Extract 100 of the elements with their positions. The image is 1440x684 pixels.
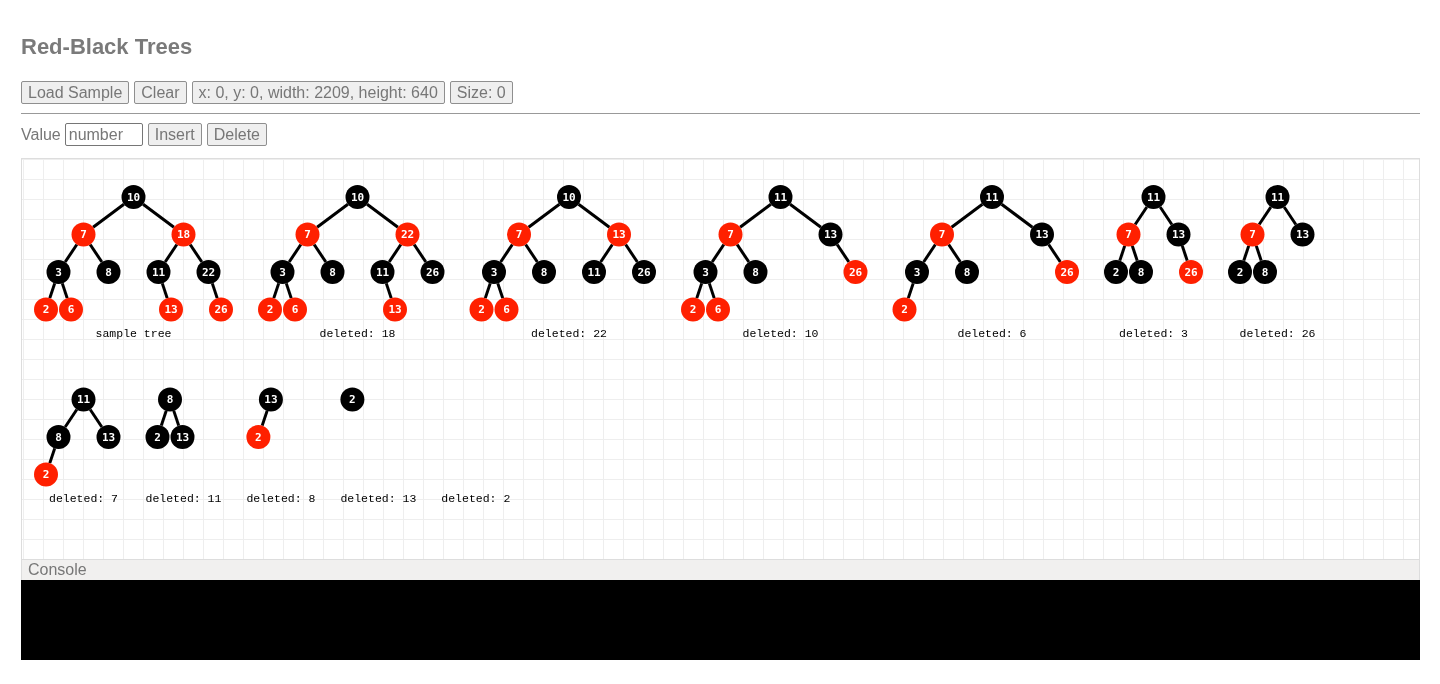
- tree-node: 11: [370, 260, 395, 284]
- tree-node: 2: [246, 425, 271, 449]
- tree-node: 11: [146, 260, 171, 284]
- tree-edge: [906, 282, 915, 299]
- toolbar-button[interactable]: x: 0, y: 0, width: 2209, height: 640: [191, 81, 445, 104]
- tree-node: 7: [1116, 222, 1141, 247]
- tree-node: 3: [693, 260, 718, 284]
- tree-node: 10: [345, 185, 370, 209]
- tree-node: 6: [59, 297, 83, 322]
- tree-edge: [1158, 206, 1174, 226]
- tree-node: 26: [420, 260, 445, 284]
- console-header: Console: [21, 560, 1420, 580]
- tree-caption: deleted: 6: [957, 327, 1027, 340]
- tree-edge: [142, 203, 175, 229]
- tree-node: 11: [71, 387, 96, 412]
- tree-edge: [789, 203, 822, 229]
- tree-edge: [188, 243, 204, 263]
- tree-edge: [210, 282, 219, 299]
- tree-node: 11: [980, 185, 1004, 209]
- tree-node: 8: [46, 425, 71, 449]
- tree-node: 13: [258, 387, 283, 412]
- tree-node: 8: [1129, 260, 1153, 284]
- tree-edge: [312, 243, 328, 263]
- tree-caption: deleted: 10: [742, 327, 819, 340]
- tree-edge: [1242, 245, 1251, 262]
- tree-edge: [366, 203, 399, 229]
- tree-edge: [412, 243, 428, 263]
- tree-node: 2: [1104, 260, 1128, 284]
- tree-edge: [159, 410, 168, 427]
- tree-edge: [735, 243, 751, 263]
- tree-edge: [947, 243, 962, 263]
- tree-edge: [1282, 206, 1298, 226]
- tree-node: 3: [905, 260, 929, 284]
- tree-edge: [922, 243, 937, 263]
- tree-node: 2: [145, 425, 170, 449]
- tree-node: 26: [1055, 260, 1079, 284]
- toolbar-button[interactable]: Clear: [134, 81, 187, 104]
- tree-node: 11: [582, 260, 606, 284]
- tree-node: 7: [718, 222, 743, 247]
- tree-node: 6: [283, 297, 307, 322]
- tree-edge: [387, 243, 403, 263]
- tree-edge: [1254, 245, 1263, 262]
- tree-edge: [316, 203, 349, 229]
- tree-caption: deleted: 22: [531, 327, 607, 340]
- tree-node: 13: [818, 222, 843, 247]
- tree-edge: [695, 282, 704, 299]
- tree-node: 8: [532, 260, 556, 284]
- tree-edge: [1000, 203, 1034, 229]
- tree-caption: sample tree: [95, 327, 172, 340]
- tree-edge: [88, 408, 104, 428]
- action-button[interactable]: Insert: [147, 123, 202, 146]
- tree-node: 13: [170, 425, 195, 449]
- tree-node: 2: [340, 387, 365, 412]
- tree-node: 2: [34, 297, 58, 322]
- action-button[interactable]: Delete: [206, 123, 267, 146]
- tree-node: 26: [632, 260, 656, 284]
- tree-edge: [92, 203, 125, 229]
- tree-edge: [172, 410, 181, 427]
- tree-node: 6: [494, 297, 519, 322]
- tree-edge: [496, 282, 505, 299]
- tree-node: 10: [121, 185, 146, 209]
- tree-edge: [527, 203, 561, 229]
- tree-edge: [599, 243, 614, 263]
- value-input[interactable]: number: [64, 123, 143, 146]
- page-title: Red-Black Trees: [21, 34, 194, 60]
- tree-node: 6: [706, 297, 730, 322]
- tree-node: 7: [507, 222, 531, 247]
- tree-edge: [384, 282, 393, 299]
- tree-node: 26: [209, 297, 233, 322]
- tree-node: 22: [395, 222, 420, 247]
- tree-edge: [260, 410, 269, 427]
- tree-node: 2: [469, 297, 494, 322]
- tree-edge: [739, 203, 772, 229]
- tree-node: 13: [1030, 222, 1054, 247]
- tree-node: 3: [482, 260, 506, 284]
- tree-node: 13: [1166, 222, 1191, 247]
- tree-edge: [835, 243, 851, 263]
- tree-edge: [950, 203, 984, 229]
- tree-caption: deleted: 13: [340, 492, 417, 505]
- tree-edge: [1257, 206, 1273, 226]
- tree-node: 26: [843, 260, 868, 284]
- tree-node: 13: [159, 297, 183, 322]
- tree-node: 13: [607, 222, 631, 247]
- tree-edge: [1130, 245, 1139, 262]
- tree-edge: [163, 243, 179, 263]
- tree-node: 8: [320, 260, 345, 284]
- tree-node: 11: [1265, 185, 1290, 209]
- tree-node: 11: [768, 185, 793, 209]
- tree-edge: [160, 282, 169, 299]
- tree-node: 2: [34, 462, 58, 487]
- tree-caption: deleted: 2: [441, 492, 511, 505]
- tree-node: 8: [743, 260, 768, 284]
- tree-edge: [1118, 245, 1127, 262]
- tree-edge: [499, 243, 514, 263]
- toolbar-button[interactable]: Load Sample: [21, 81, 130, 104]
- toolbar-button[interactable]: Size: 0: [449, 81, 513, 104]
- value-label: Value: [21, 125, 61, 144]
- tree-node: 7: [930, 222, 954, 247]
- tree-edge: [63, 408, 79, 428]
- tree-edge: [63, 243, 79, 263]
